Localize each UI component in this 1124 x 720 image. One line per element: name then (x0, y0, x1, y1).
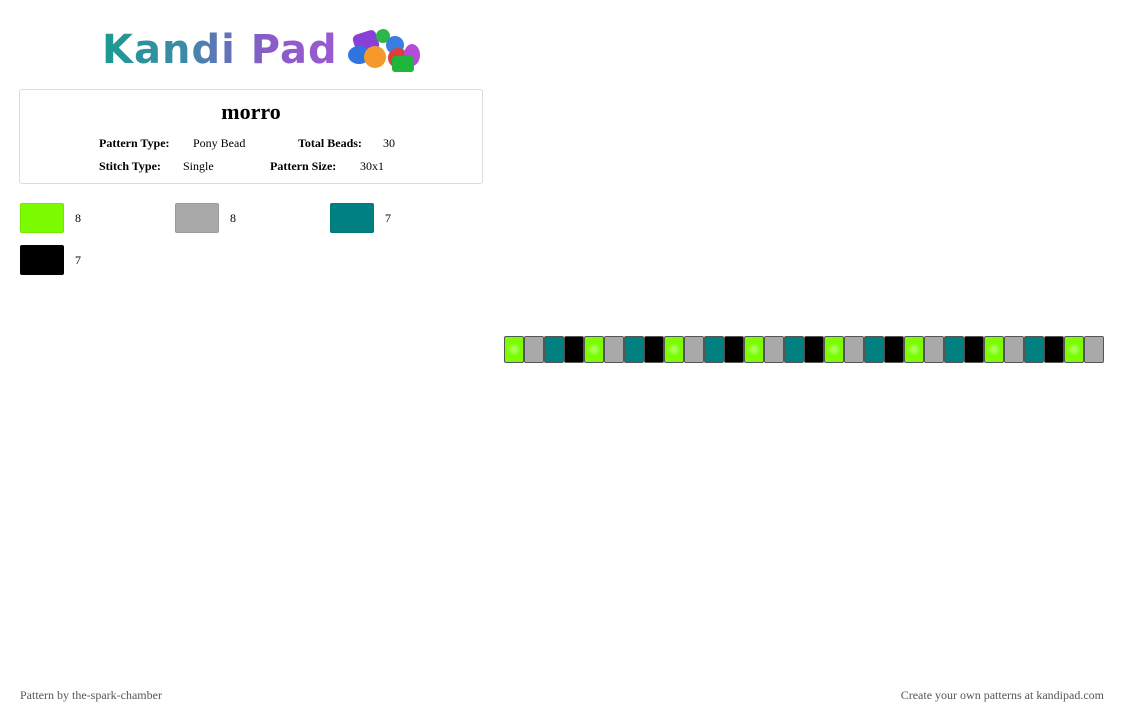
total-beads-value: 30 (383, 136, 395, 150)
bead (664, 336, 684, 363)
bead (1024, 336, 1044, 363)
color-swatch-row: 8 (20, 203, 81, 233)
pattern-type-label: Pattern Type: (99, 136, 170, 150)
bead (984, 336, 1004, 363)
pattern-size-value: 30x1 (360, 159, 384, 173)
bead (644, 336, 664, 363)
bead (1064, 336, 1084, 363)
bead (1004, 336, 1024, 363)
bead (864, 336, 884, 363)
bead (944, 336, 964, 363)
color-swatch-row: 7 (330, 203, 391, 233)
bead (684, 336, 704, 363)
kandipad-link[interactable]: Create your own patterns at kandipad.com (901, 688, 1104, 703)
pattern-type-value: Pony Bead (193, 136, 246, 150)
bead (804, 336, 824, 363)
pattern-credit: Pattern by the-spark-chamber (20, 688, 162, 702)
stitch-type-label: Stitch Type: (99, 159, 161, 173)
color-count: 7 (385, 210, 391, 225)
pattern-info-card: morro Pattern Type: Pony Bead Total Bead… (19, 89, 483, 184)
bead (544, 336, 564, 363)
bead (904, 336, 924, 363)
bead (704, 336, 724, 363)
bead-pattern-strip (504, 336, 1104, 363)
bead (624, 336, 644, 363)
color-swatch-row: 8 (175, 203, 236, 233)
color-swatch (20, 245, 64, 275)
bead (764, 336, 784, 363)
color-swatch (330, 203, 374, 233)
pattern-title: morro (221, 99, 281, 124)
bead (1084, 336, 1104, 363)
bead (744, 336, 764, 363)
bead (724, 336, 744, 363)
color-swatch (175, 203, 219, 233)
bead (1044, 336, 1064, 363)
bead (564, 336, 584, 363)
bead (604, 336, 624, 363)
logo-text: Kandi Pad (102, 27, 338, 73)
bead (884, 336, 904, 363)
bead (524, 336, 544, 363)
color-count: 7 (75, 252, 81, 267)
bead (844, 336, 864, 363)
stitch-type-value: Single (183, 159, 214, 173)
bead (824, 336, 844, 363)
kandi-pad-logo[interactable]: Kandi Pad (102, 26, 424, 74)
logo-beads-icon (347, 26, 424, 74)
bead (964, 336, 984, 363)
color-count: 8 (230, 210, 236, 225)
bead (784, 336, 804, 363)
pattern-size-label: Pattern Size: (270, 159, 337, 173)
bead (924, 336, 944, 363)
color-swatch-row: 7 (20, 245, 81, 275)
bead (584, 336, 604, 363)
color-count: 8 (75, 210, 81, 225)
bead (504, 336, 524, 363)
color-swatch (20, 203, 64, 233)
total-beads-label: Total Beads: (298, 136, 362, 150)
